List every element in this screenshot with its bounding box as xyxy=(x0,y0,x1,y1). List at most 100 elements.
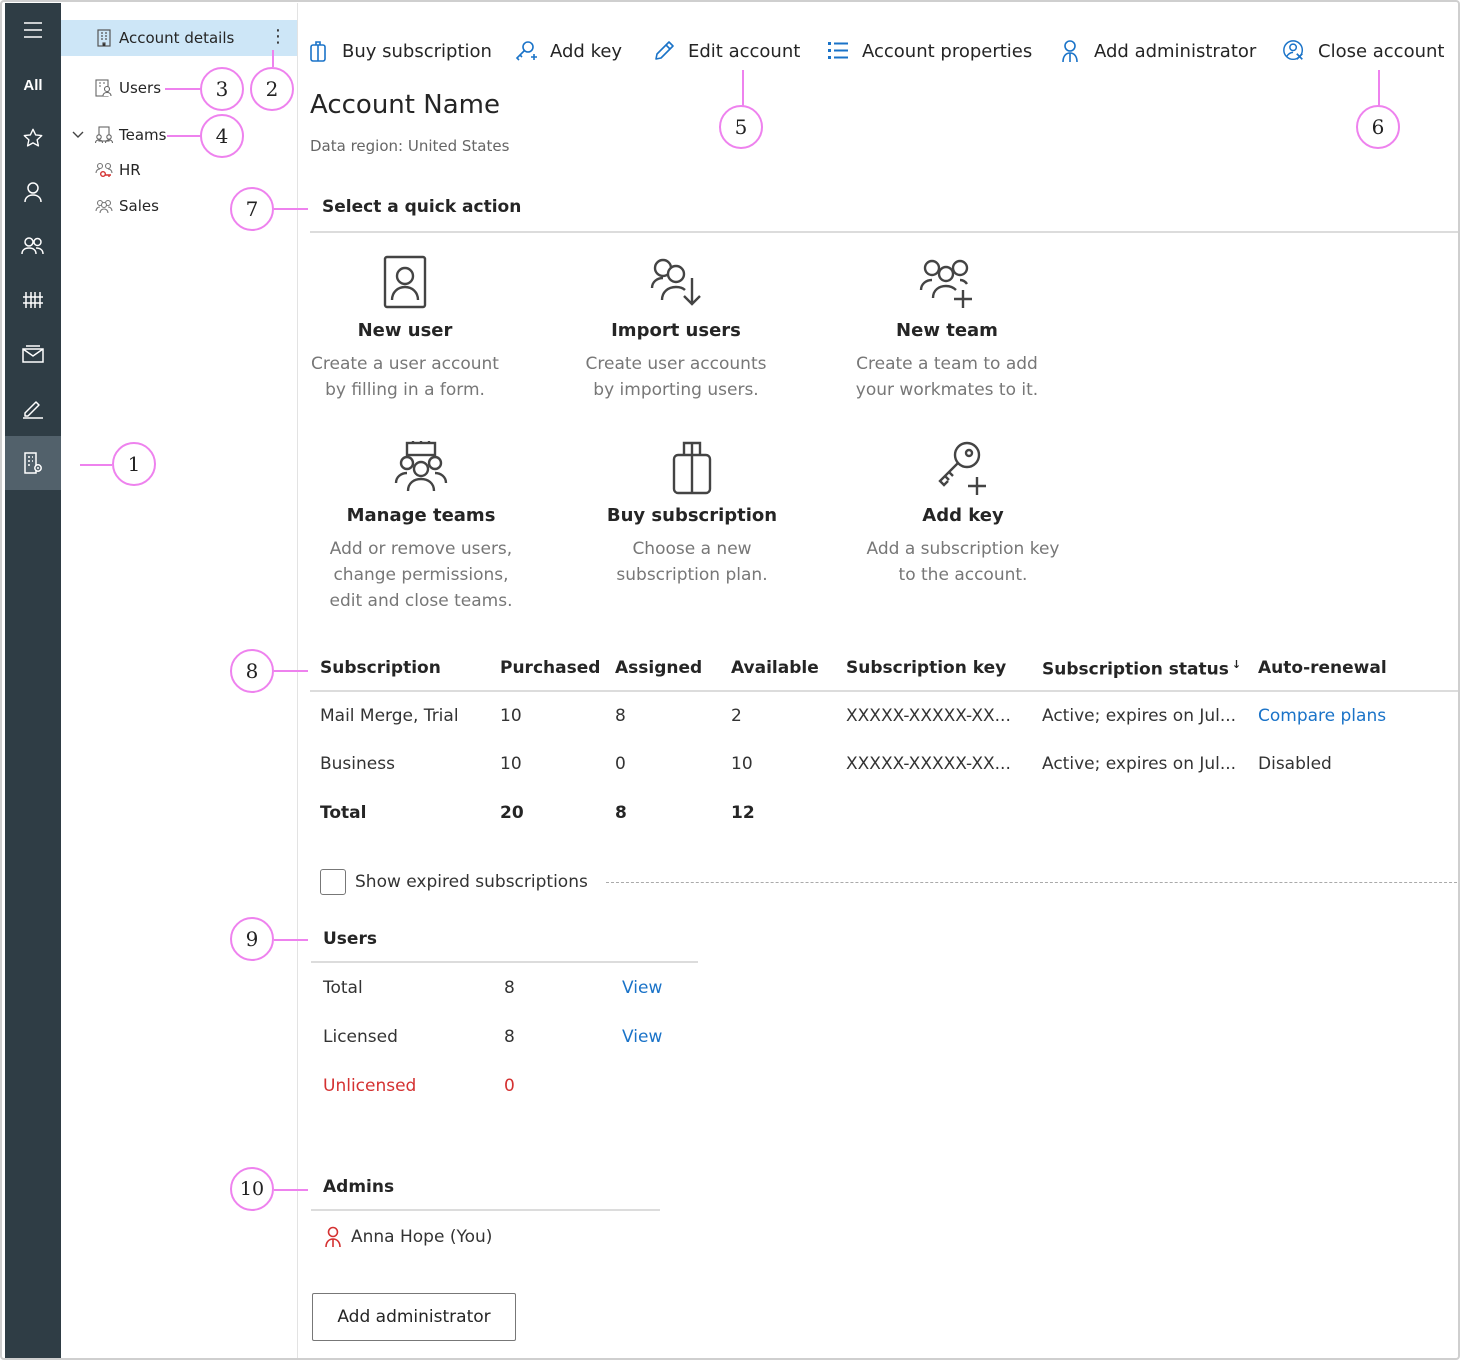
data-region: Data region: United States xyxy=(310,137,510,155)
column-header[interactable]: Subscription status ↓ xyxy=(1042,658,1241,680)
cell-available: 2 xyxy=(731,706,742,726)
users-unlicensed-value: 0 xyxy=(504,1076,515,1096)
account-settings-icon[interactable] xyxy=(5,436,61,490)
callout-1: 1 xyxy=(112,442,156,486)
admin-list-item: Anna Hope (You) xyxy=(323,1226,492,1248)
view-total-users-link[interactable]: View xyxy=(622,978,662,998)
quick-action-new-user[interactable]: New user Create a user account by filling… xyxy=(290,254,520,403)
teams-icon xyxy=(95,126,113,144)
callout-10: 10 xyxy=(230,1167,274,1211)
rail-all[interactable]: All xyxy=(5,58,61,112)
callout-line xyxy=(167,135,200,137)
edit-account-button[interactable]: Edit account xyxy=(652,36,800,66)
users-total-label: Total xyxy=(323,978,363,998)
add-administrator-toolbar-button[interactable]: Add administrator xyxy=(1058,36,1256,66)
admins-section-title: Admins xyxy=(323,1177,395,1197)
column-header[interactable]: Purchased xyxy=(500,658,600,678)
quick-action-title: Import users xyxy=(611,320,741,341)
show-expired-checkbox[interactable] xyxy=(320,869,346,895)
quick-action-add-key[interactable]: Add key Add a subscription key to the acc… xyxy=(848,439,1078,588)
total-label: Total xyxy=(320,803,367,823)
quick-action-manage-teams[interactable]: Manage teams Add or remove users, change … xyxy=(306,439,536,614)
quick-action-desc: Create a user account by filling in a for… xyxy=(311,354,499,400)
callout-line xyxy=(1378,70,1380,106)
manage-teams-icon xyxy=(394,441,448,492)
callout-line xyxy=(272,50,274,67)
menu-icon[interactable] xyxy=(5,3,61,57)
users-total-value: 8 xyxy=(504,978,515,998)
tree-item-label: Account details xyxy=(119,29,235,47)
tree-item-label: HR xyxy=(119,161,141,179)
tree-item-team-sales[interactable]: Sales xyxy=(95,194,159,218)
quick-action-desc: Choose a new subscription plan. xyxy=(616,539,768,585)
callout-line xyxy=(274,1189,308,1191)
divider xyxy=(310,690,1458,692)
chevron-down-icon[interactable] xyxy=(71,130,91,140)
user-icon[interactable] xyxy=(5,165,61,219)
users-icon[interactable] xyxy=(5,219,61,273)
tree-item-users[interactable]: Users xyxy=(95,76,161,100)
callout-7: 7 xyxy=(230,187,274,231)
account-properties-button[interactable]: Account properties xyxy=(826,36,1032,66)
column-header[interactable]: Subscription key xyxy=(846,658,1006,678)
compare-plans-link[interactable]: Compare plans xyxy=(1258,706,1386,726)
quick-action-desc: Create a team to add your workmates to it… xyxy=(855,354,1039,400)
admin-user-icon xyxy=(1058,39,1082,63)
users-section-title: Users xyxy=(323,929,377,949)
cell-purchased: 10 xyxy=(500,706,522,726)
callout-line xyxy=(742,70,744,106)
tree-item-label: Sales xyxy=(119,197,159,215)
callout-2: 2 xyxy=(250,67,294,111)
total-available: 12 xyxy=(731,803,755,823)
total-purchased: 20 xyxy=(500,803,524,823)
dashed-divider xyxy=(606,882,1458,883)
callout-line xyxy=(274,670,308,672)
quick-action-import-users[interactable]: Import users Create user accounts by impo… xyxy=(561,254,791,403)
key-add-icon xyxy=(514,39,538,63)
tree-item-label: Users xyxy=(119,79,162,97)
users-licensed-value: 8 xyxy=(504,1027,515,1047)
quick-action-title: Buy subscription xyxy=(606,505,778,526)
import-users-icon xyxy=(650,258,701,306)
buy-subscription-button[interactable]: Buy subscription xyxy=(306,36,492,66)
building-icon xyxy=(95,29,113,47)
cell-assigned: 0 xyxy=(615,754,626,774)
callout-3: 3 xyxy=(200,67,244,111)
show-expired-label[interactable]: Show expired subscriptions xyxy=(355,872,588,892)
mail-icon[interactable] xyxy=(5,327,61,381)
callout-9: 9 xyxy=(230,917,274,961)
column-header[interactable]: Available xyxy=(731,658,819,678)
star-icon[interactable] xyxy=(5,111,61,165)
tree-item-account-details[interactable]: Account details ⋮ xyxy=(61,20,297,56)
view-licensed-users-link[interactable]: View xyxy=(622,1027,662,1047)
divider xyxy=(311,1209,660,1211)
quick-action-buy-subscription[interactable]: Buy subscription Choose a new subscriptio… xyxy=(577,439,807,588)
quick-action-new-team[interactable]: New team Create a team to add your workma… xyxy=(832,254,1062,403)
user-card-icon xyxy=(383,255,427,309)
list-icon xyxy=(826,39,850,63)
divider xyxy=(311,961,698,963)
buy-subscription-label: Buy subscription xyxy=(342,40,492,62)
column-header[interactable]: Subscription xyxy=(320,658,441,678)
column-header[interactable]: Assigned xyxy=(615,658,702,678)
team-key-icon xyxy=(95,161,113,179)
admin-name: Anna Hope (You) xyxy=(351,1227,493,1247)
team-icon xyxy=(95,197,113,215)
callout-5: 5 xyxy=(719,105,763,149)
add-key-button[interactable]: Add key xyxy=(514,36,622,66)
gift-icon xyxy=(672,441,712,495)
total-assigned: 8 xyxy=(615,803,627,823)
hashtag-icon[interactable] xyxy=(5,273,61,327)
cell-purchased: 10 xyxy=(500,754,522,774)
quick-action-title: New team xyxy=(896,320,998,341)
close-account-button[interactable]: Close account xyxy=(1282,36,1444,66)
column-header[interactable]: Auto-renewal xyxy=(1258,658,1387,678)
add-administrator-button[interactable]: Add administrator xyxy=(312,1293,516,1341)
callout-8: 8 xyxy=(230,649,274,693)
tree-item-teams[interactable]: Teams xyxy=(71,123,166,147)
tree-item-team-hr[interactable]: HR xyxy=(95,158,141,182)
more-options-icon[interactable]: ⋮ xyxy=(269,26,287,47)
sort-arrow-icon: ↓ xyxy=(1231,658,1242,671)
callout-line xyxy=(274,208,308,210)
signature-icon[interactable] xyxy=(5,381,61,435)
